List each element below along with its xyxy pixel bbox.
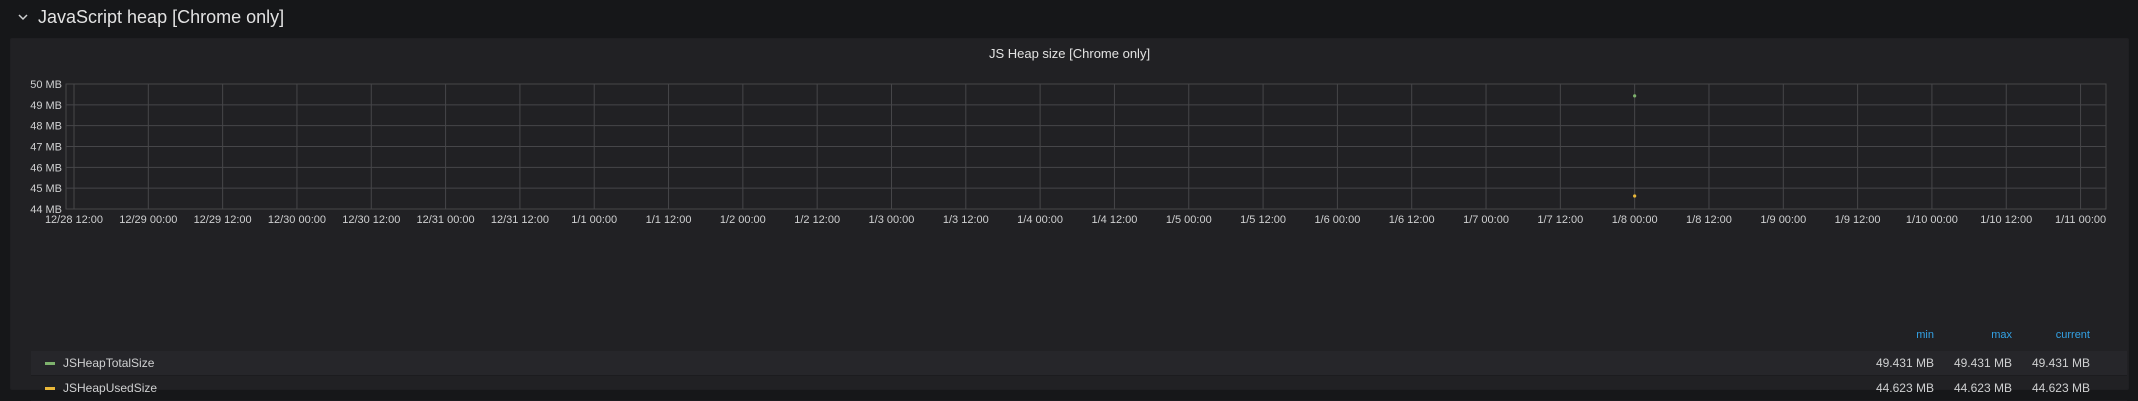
legend-item-current: 49.431 MB bbox=[2031, 356, 2090, 370]
x-tick-label: 12/29 00:00 bbox=[119, 214, 177, 226]
legend-header-max[interactable]: max bbox=[1922, 329, 2012, 341]
legend-item-max: 44.623 MB bbox=[1953, 381, 2012, 395]
x-tick-label: 1/5 00:00 bbox=[1166, 214, 1212, 226]
data-point-JSHeapTotalSize[interactable] bbox=[1633, 94, 1637, 98]
data-point-JSHeapUsedSize[interactable] bbox=[1633, 194, 1637, 198]
x-tick-label: 1/8 12:00 bbox=[1686, 214, 1732, 226]
x-tick-label: 1/6 00:00 bbox=[1314, 214, 1360, 226]
x-tick-label: 1/11 00:00 bbox=[2055, 214, 2106, 226]
x-tick-label: 1/3 12:00 bbox=[943, 214, 989, 226]
y-tick-label: 49 MB bbox=[30, 100, 62, 112]
heap-chart: 44 MB45 MB46 MB47 MB48 MB49 MB50 MB12/28… bbox=[30, 79, 2107, 226]
y-tick-label: 47 MB bbox=[30, 142, 62, 154]
x-tick-label: 1/7 12:00 bbox=[1537, 214, 1583, 226]
x-tick-label: 1/1 00:00 bbox=[571, 214, 617, 226]
legend-header-current[interactable]: current bbox=[2000, 329, 2090, 341]
legend-item[interactable]: JSHeapTotalSize 49.431 MB 49.431 MB 49.4… bbox=[31, 351, 2127, 376]
legend-item-name[interactable]: JSHeapTotalSize bbox=[63, 356, 154, 370]
x-tick-label: 1/5 12:00 bbox=[1240, 214, 1286, 226]
js-heap-panel: JS Heap size [Chrome only] 44 MB 45 MB 46 … bbox=[10, 38, 2129, 401]
legend-item-current: 44.623 MB bbox=[2031, 381, 2090, 395]
legend-swatch[interactable] bbox=[45, 361, 55, 365]
x-tick-label: 1/6 12:00 bbox=[1389, 214, 1435, 226]
x-tick-label: 1/1 12:00 bbox=[646, 214, 692, 226]
x-tick-label: 12/31 00:00 bbox=[417, 214, 475, 226]
x-tick-label: 1/10 12:00 bbox=[1980, 214, 2032, 226]
x-tick-label: 12/28 12:00 bbox=[45, 214, 103, 226]
legend-item-min: 49.431 MB bbox=[1875, 356, 1934, 370]
x-tick-label: 1/2 00:00 bbox=[720, 214, 766, 226]
x-tick-label: 1/9 00:00 bbox=[1760, 214, 1806, 226]
x-tick-label: 1/4 00:00 bbox=[1017, 214, 1063, 226]
x-tick-label: 1/3 00:00 bbox=[869, 214, 915, 226]
y-tick-label: 48 MB bbox=[30, 121, 62, 133]
x-tick-label: 12/31 12:00 bbox=[491, 214, 549, 226]
row-title[interactable]: JavaScript heap [Chrome only] bbox=[38, 7, 284, 28]
x-tick-label: 1/9 12:00 bbox=[1835, 214, 1881, 226]
legend: min max current JSHeapTotalSize 49.431 M… bbox=[31, 329, 2127, 401]
chevron-down-icon[interactable] bbox=[16, 10, 30, 24]
x-tick-label: 12/30 12:00 bbox=[342, 214, 400, 226]
legend-item-name[interactable]: JSHeapUsedSize bbox=[63, 381, 157, 395]
x-tick-label: 1/4 12:00 bbox=[1091, 214, 1137, 226]
y-tick-label: 46 MB bbox=[30, 162, 62, 174]
x-tick-label: 12/30 00:00 bbox=[268, 214, 326, 226]
legend-header: min max current bbox=[31, 329, 2127, 351]
x-tick-label: 12/29 12:00 bbox=[194, 214, 252, 226]
y-tick-label: 50 MB bbox=[30, 79, 62, 91]
y-tick-label: 45 MB bbox=[30, 183, 62, 195]
legend-item-min: 44.623 MB bbox=[1875, 381, 1934, 395]
x-tick-label: 1/2 12:00 bbox=[794, 214, 840, 226]
x-tick-label: 1/10 00:00 bbox=[1906, 214, 1958, 226]
legend-item-max: 49.431 MB bbox=[1953, 356, 2012, 370]
legend-header-min[interactable]: min bbox=[1844, 329, 1934, 341]
legend-swatch[interactable] bbox=[45, 386, 55, 390]
x-tick-label: 1/7 00:00 bbox=[1463, 214, 1509, 226]
legend-item[interactable]: JSHeapUsedSize 44.623 MB 44.623 MB 44.62… bbox=[31, 376, 2127, 401]
row-header: JavaScript heap [Chrome only] bbox=[0, 0, 2138, 34]
x-tick-label: 1/8 00:00 bbox=[1612, 214, 1658, 226]
